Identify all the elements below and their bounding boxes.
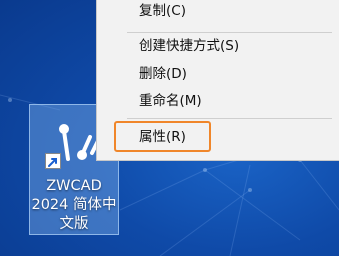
context-menu: 复制(C) 创建快捷方式(S) 删除(D) 重命名(M) 属性(R) [96,0,339,161]
shortcut-arrow-icon [45,153,61,169]
menu-item-label: 重命名(M) [139,93,202,109]
shortcut-label-line: 2024 简体中 [31,197,117,213]
menu-item-create-shortcut[interactable]: 创建快捷方式(S) [97,33,339,59]
menu-item-label: 复制(C) [139,3,186,19]
shortcut-label: ZWCAD 2024 简体中 文版 [30,177,118,234]
menu-item-copy[interactable]: 复制(C) [97,0,339,24]
menu-separator [127,118,332,119]
shortcut-label-line: 文版 [59,216,89,232]
menu-item-rename[interactable]: 重命名(M) [97,88,339,114]
menu-item-delete[interactable]: 删除(D) [97,61,339,87]
menu-item-label: 删除(D) [139,66,187,82]
properties-highlight-box [114,121,211,152]
menu-item-label: 创建快捷方式(S) [139,38,240,54]
shortcut-label-line: ZWCAD [46,178,102,194]
